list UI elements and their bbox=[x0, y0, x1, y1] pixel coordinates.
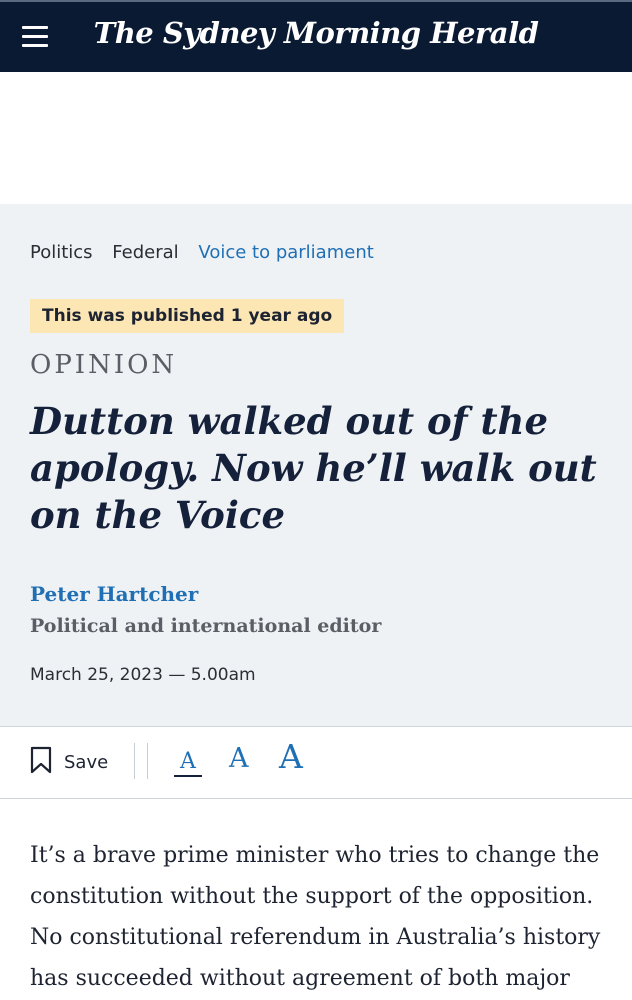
breadcrumb-federal[interactable]: Federal bbox=[112, 242, 178, 263]
ad-space bbox=[0, 72, 632, 204]
article-toolbar: Save A A A bbox=[0, 727, 632, 799]
font-size-small-button[interactable]: A bbox=[174, 749, 202, 777]
breadcrumb-voice-to-parliament[interactable]: Voice to parliament bbox=[198, 242, 373, 263]
article-dateline: March 25, 2023 — 5.00am bbox=[30, 665, 256, 685]
article-kicker: OPINION bbox=[30, 350, 178, 380]
published-age-badge: This was published 1 year ago bbox=[30, 299, 345, 333]
masthead-logo[interactable]: The Sydney Morning Herald bbox=[0, 16, 632, 50]
top-navigation-bar: The Sydney Morning Herald bbox=[0, 0, 632, 72]
font-size-large-button[interactable]: A bbox=[279, 737, 303, 776]
bookmark-icon bbox=[30, 746, 64, 779]
save-label: Save bbox=[64, 751, 109, 773]
toolbar-divider bbox=[134, 743, 148, 779]
font-size-medium-button[interactable]: A bbox=[229, 743, 249, 774]
author-name-link[interactable]: Peter Hartcher bbox=[30, 582, 198, 606]
article-headline: Dutton walked out of the apology. Now he… bbox=[30, 399, 597, 537]
breadcrumb-politics[interactable]: Politics bbox=[30, 242, 93, 263]
breadcrumb: Politics Federal Voice to parliament bbox=[30, 242, 388, 263]
author-role: Political and international editor bbox=[30, 615, 382, 637]
article-body-paragraph: It’s a brave prime minister who tries to… bbox=[30, 843, 601, 991]
save-button[interactable]: Save bbox=[30, 746, 109, 779]
